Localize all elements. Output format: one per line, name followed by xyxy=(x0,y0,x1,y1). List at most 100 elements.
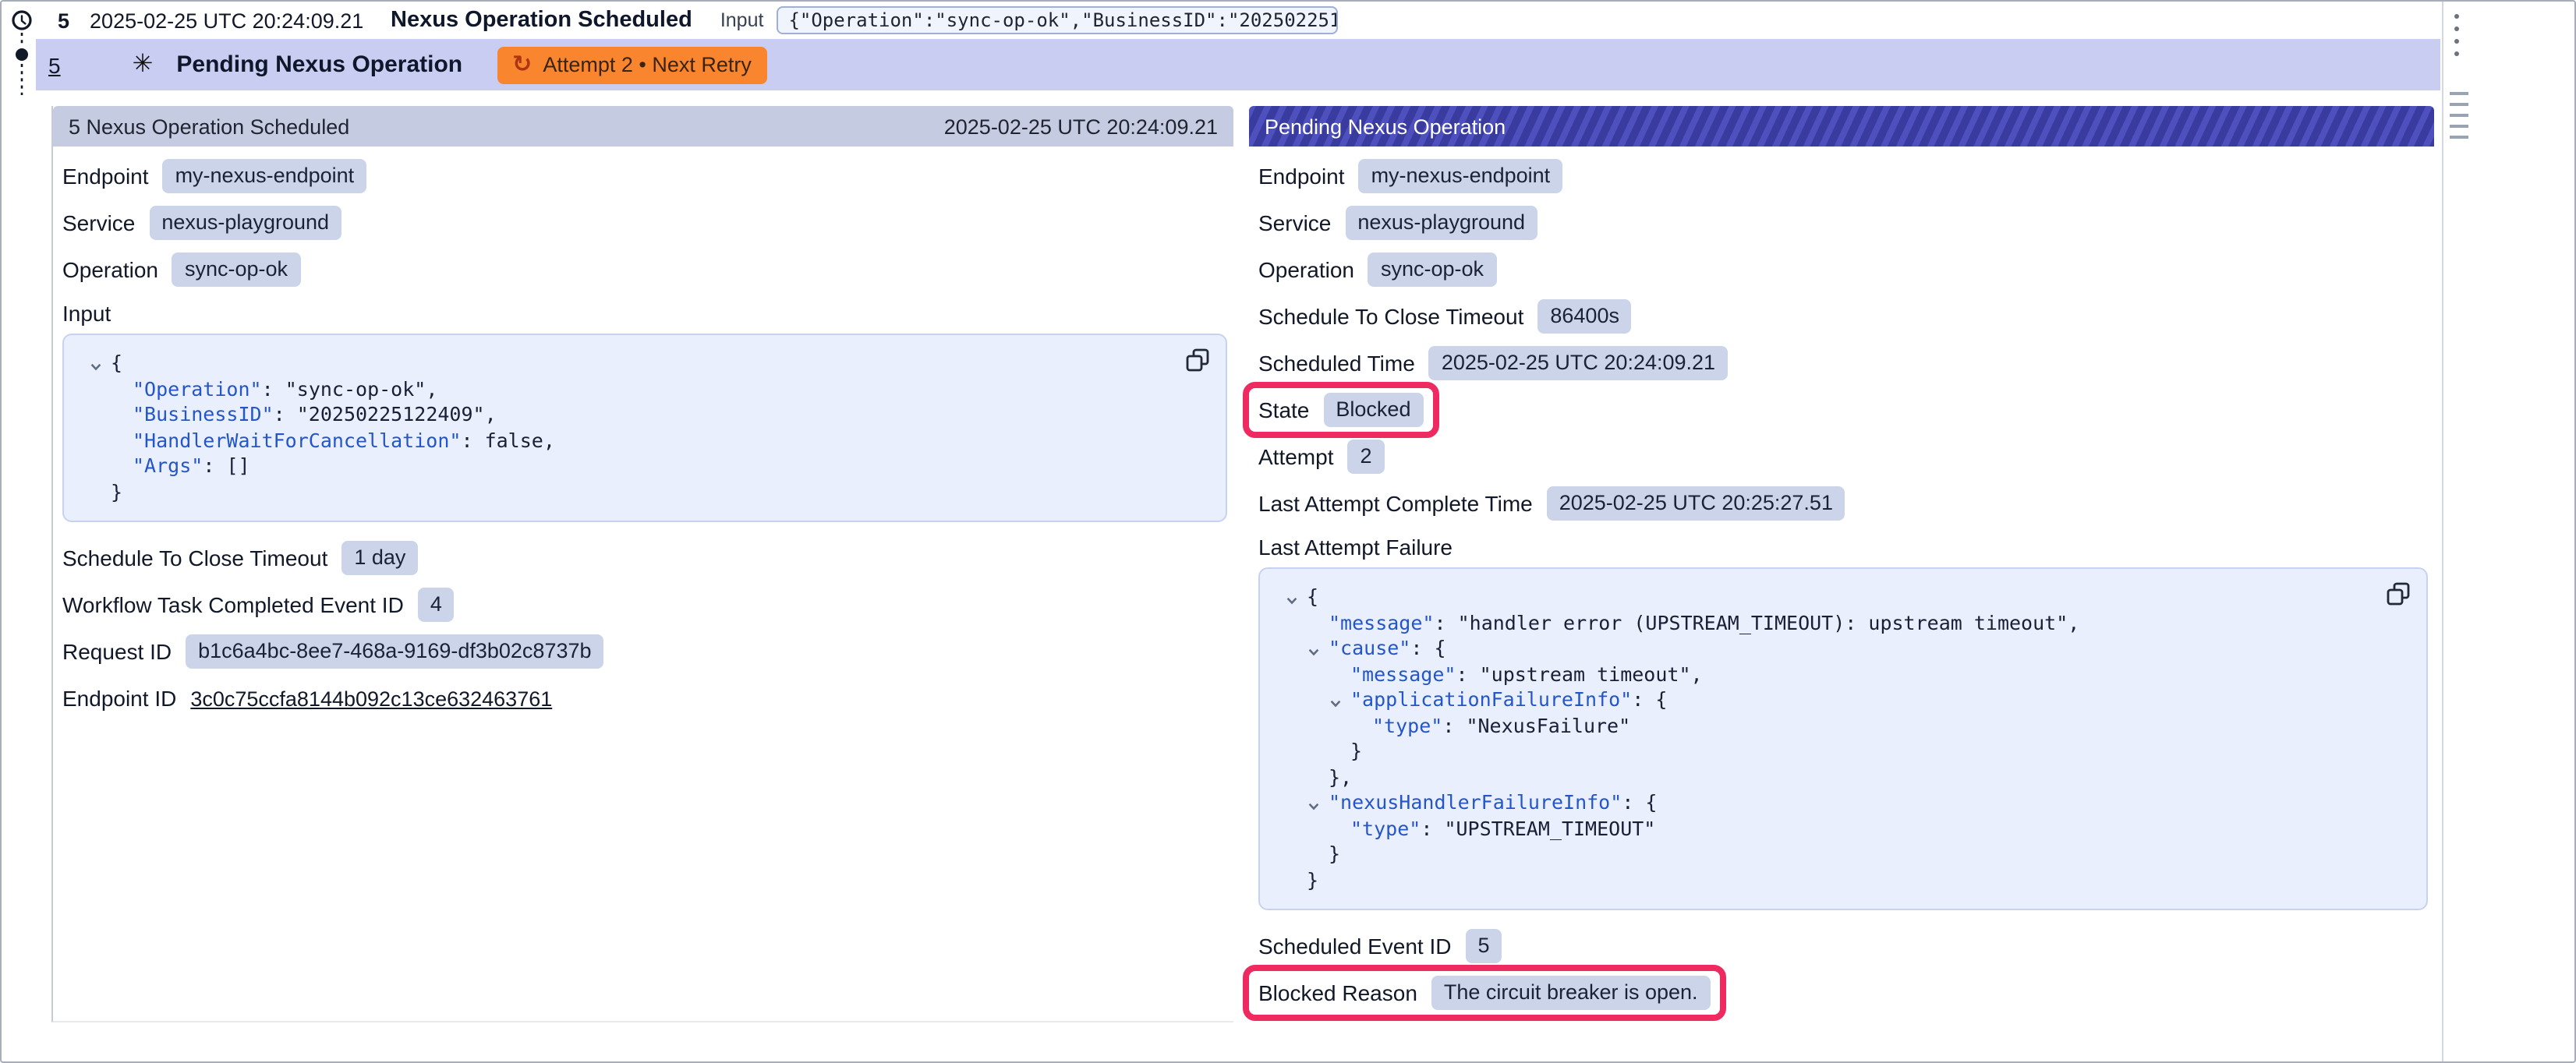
field-value-badge: 4 xyxy=(418,588,455,622)
field-value-badge: Blocked xyxy=(1323,393,1423,427)
field-label: Last Attempt Complete Time xyxy=(1258,491,1533,516)
code-token: "NexusFailure" xyxy=(1466,713,1630,736)
scheduled-panel-timestamp: 2025-02-25 UTC 20:24:09.21 xyxy=(944,115,1218,138)
field-row: State Blocked xyxy=(1258,393,1423,427)
code-token: } xyxy=(1350,739,1362,762)
field-label: State xyxy=(1258,397,1309,422)
pending-event-title: Pending Nexus Operation xyxy=(176,51,462,78)
failure-group-label: Last Attempt Failure xyxy=(1258,533,2434,561)
code-token: "nexusHandlerFailureInfo" xyxy=(1329,790,1622,814)
code-token: : xyxy=(262,376,285,400)
input-group-label: Input xyxy=(62,299,1233,327)
code-token: "type" xyxy=(1372,713,1442,736)
field-row: Request ID b1c6a4bc-8ee7-468a-9169-df3b0… xyxy=(62,634,604,669)
code-token: : { xyxy=(1632,687,1667,711)
event-history-list: 5 2025-02-25 UTC 20:24:09.21 Nexus Opera… xyxy=(36,2,2440,90)
code-line: "HandlerWaitForCancellation": false, xyxy=(86,428,1163,454)
code-token: : xyxy=(203,454,226,477)
scheduled-event-panel: 5 Nexus Operation Scheduled 2025-02-25 U… xyxy=(51,106,1233,1022)
field-label: Request ID xyxy=(62,639,172,664)
code-token: "20250225122409" xyxy=(297,402,485,426)
field-row: Workflow Task Completed Event ID 4 xyxy=(62,588,455,622)
field-row: Endpoint my-nexus-endpoint xyxy=(1258,159,1562,193)
field-value-badge: sync-op-ok xyxy=(172,253,300,287)
event-id[interactable]: 5 xyxy=(58,9,69,32)
field-value-badge: sync-op-ok xyxy=(1368,253,1496,287)
code-line: "nexusHandlerFailureInfo": { xyxy=(1282,790,2364,816)
event-id-link[interactable]: 5 xyxy=(48,52,61,77)
code-token: , xyxy=(1691,662,1703,685)
code-token: , xyxy=(426,376,437,400)
code-token: [] xyxy=(226,454,249,477)
value-link[interactable]: 3c0c75ccfa8144b092c13ce632463761 xyxy=(190,687,552,710)
code-token: "message" xyxy=(1350,662,1456,685)
attempt-badge-label: Attempt 2 • Next Retry xyxy=(543,53,752,76)
code-token: "sync-op-ok" xyxy=(285,376,426,400)
failure-json-viewer: {"message": "handler error (UPSTREAM_TIM… xyxy=(1258,567,2428,910)
field-label: Attempt xyxy=(1258,444,1334,469)
event-row-scheduled[interactable]: 5 2025-02-25 UTC 20:24:09.21 Nexus Opera… xyxy=(36,2,2440,39)
field-value-badge: my-nexus-endpoint xyxy=(1359,159,1563,193)
code-token: { xyxy=(1307,584,1318,608)
copy-icon[interactable] xyxy=(2386,581,2411,606)
input-json-lines: {"Operation": "sync-op-ok","BusinessID":… xyxy=(86,351,1163,505)
field-value-badge: 2025-02-25 UTC 20:25:27.51 xyxy=(1547,486,1845,521)
field-label: Workflow Task Completed Event ID xyxy=(62,592,404,617)
field-label: Endpoint ID xyxy=(62,686,176,711)
content-scrollbar-divider xyxy=(2442,2,2443,1061)
pending-fields-bottom: Scheduled Event ID 5 Blocked Reason The … xyxy=(1258,929,2434,1010)
code-token: : { xyxy=(1622,790,1657,814)
code-token: : xyxy=(1442,713,1466,736)
field-label: Service xyxy=(1258,210,1331,235)
code-token: } xyxy=(111,479,122,503)
code-token: "handler error (UPSTREAM_TIMEOUT): upstr… xyxy=(1458,610,2068,634)
drag-handle-dots-icon[interactable] xyxy=(2454,14,2459,56)
code-token: "applicationFailureInfo" xyxy=(1350,687,1632,711)
scheduled-panel-body: Endpoint my-nexus-endpoint Service nexus… xyxy=(53,147,1233,715)
scheduled-panel-title: 5 Nexus Operation Scheduled xyxy=(69,115,349,138)
field-value-badge: b1c6a4bc-8ee7-468a-9169-df3b02c8737b xyxy=(186,634,603,669)
code-token: : xyxy=(461,428,484,451)
code-token: , xyxy=(543,428,555,451)
code-token: "HandlerWaitForCancellation" xyxy=(133,428,461,451)
event-detail-panels: 5 Nexus Operation Scheduled 2025-02-25 U… xyxy=(51,106,2574,1022)
code-line: { xyxy=(86,351,1163,376)
code-line: "message": "upstream timeout", xyxy=(1282,662,2364,687)
code-token: "upstream timeout" xyxy=(1480,662,1691,685)
field-label: Operation xyxy=(1258,257,1354,282)
field-value-badge: nexus-playground xyxy=(149,206,341,240)
code-token: "type" xyxy=(1350,816,1421,839)
code-line: "applicationFailureInfo": { xyxy=(1282,687,2364,713)
code-token: { xyxy=(111,351,122,374)
code-line: } xyxy=(1282,739,2364,765)
event-timeline-gutter xyxy=(5,5,39,101)
field-value-badge: 2025-02-25 UTC 20:24:09.21 xyxy=(1429,346,1728,380)
field-value-badge: 5 xyxy=(1466,929,1502,963)
field-value-badge: nexus-playground xyxy=(1345,206,1537,240)
code-token: "UPSTREAM_TIMEOUT" xyxy=(1444,816,1655,839)
field-value-badge: The circuit breaker is open. xyxy=(1431,976,1711,1010)
pending-asterisk-icon: ✳ xyxy=(133,52,154,77)
input-preview-pill[interactable]: {"Operation":"sync-op-ok","BusinessID":"… xyxy=(776,6,1337,34)
scrollbar-thumb[interactable] xyxy=(2450,92,2468,139)
code-token: "Operation" xyxy=(133,376,262,400)
code-line: "BusinessID": "20250225122409", xyxy=(86,402,1163,428)
pending-panel-title: Pending Nexus Operation xyxy=(1265,115,1506,138)
scheduled-fields-bottom: Schedule To Close Timeout 1 day Workflow… xyxy=(62,541,1233,715)
code-token: : xyxy=(1434,610,1457,634)
field-row: Scheduled Time 2025-02-25 UTC 20:24:09.2… xyxy=(1258,346,1728,380)
event-row-pending[interactable]: 5 ✳ Pending Nexus Operation ↻ Attempt 2 … xyxy=(36,39,2440,90)
code-token: "BusinessID" xyxy=(133,402,274,426)
pending-panel-body: Endpoint my-nexus-endpoint Service nexus… xyxy=(1249,147,2434,1010)
code-line: "message": "handler error (UPSTREAM_TIME… xyxy=(1282,610,2364,636)
field-row: Endpoint my-nexus-endpoint xyxy=(62,159,366,193)
field-row: Service nexus-playground xyxy=(1258,206,1537,240)
temporal-event-history-screen: 5 2025-02-25 UTC 20:24:09.21 Nexus Opera… xyxy=(0,0,2576,1063)
field-row: Scheduled Event ID 5 xyxy=(1258,929,1502,963)
field-row: Operation sync-op-ok xyxy=(1258,253,1496,287)
code-token: , xyxy=(2068,610,2079,634)
code-token: , xyxy=(485,402,497,426)
copy-icon[interactable] xyxy=(1185,348,1210,373)
field-label: Schedule To Close Timeout xyxy=(62,546,327,570)
code-token: false xyxy=(485,428,543,451)
